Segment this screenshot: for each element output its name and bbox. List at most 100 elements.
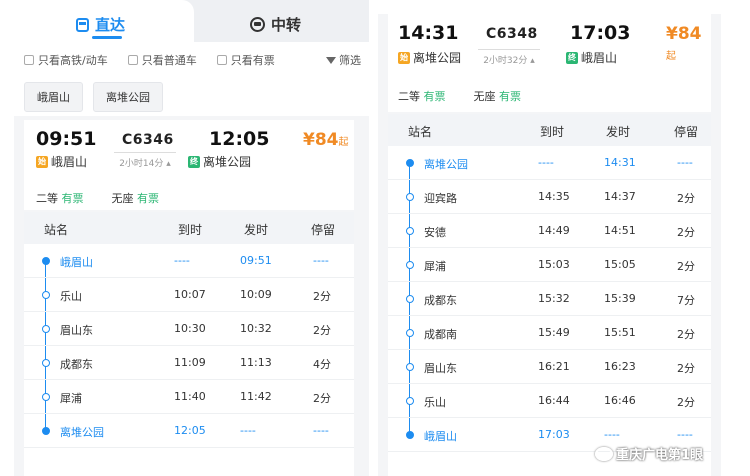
table-row[interactable]: 离堆公园 ---- 14:31 ---- bbox=[388, 146, 711, 180]
stop-dot-icon bbox=[406, 227, 414, 235]
stop-depart: ---- bbox=[240, 424, 256, 437]
terminal-dot-icon bbox=[406, 431, 414, 439]
train-icon bbox=[76, 17, 89, 32]
station-chips: 峨眉山 离堆公园 bbox=[14, 78, 369, 116]
stop-dot-icon bbox=[406, 397, 414, 405]
stop-stay: 2分 bbox=[313, 324, 331, 337]
stop-depart: 15:51 bbox=[604, 326, 636, 339]
stop-stay: 4分 bbox=[313, 358, 331, 371]
price-suffix: 起 bbox=[338, 137, 349, 148]
stop-station: 迎宾路 bbox=[424, 192, 457, 205]
train-card[interactable]: 14:31 C6348 17:03 2小时32分 始 离堆公园 终 峨眉山 ¥8… bbox=[388, 14, 711, 112]
seat-status: 有票 bbox=[499, 90, 521, 103]
from-station: 始 峨眉山 bbox=[36, 153, 87, 170]
stop-stay: 2分 bbox=[677, 192, 695, 205]
stop-depart: 11:13 bbox=[240, 356, 272, 369]
stop-depart: ---- bbox=[604, 428, 620, 441]
stop-depart: 15:05 bbox=[604, 258, 636, 271]
tab-transfer-label: 中转 bbox=[271, 16, 302, 34]
seat-status: 有票 bbox=[61, 192, 84, 205]
stop-table: 站名 到时 发时 停留 峨眉山 ---- 09:51 ---- 乐山 10:07 10:09… bbox=[24, 212, 354, 476]
from-station-name: 离堆公园 bbox=[413, 51, 462, 65]
terminal-dot-icon bbox=[42, 427, 50, 435]
stop-dot-icon bbox=[406, 329, 414, 337]
train-card[interactable]: 09:51 C6346 12:05 2小时14分 始 峨眉山 终 离堆公园 ¥8… bbox=[24, 120, 354, 210]
stop-dot-icon bbox=[406, 363, 414, 371]
train-number: C6348 bbox=[486, 26, 538, 42]
watermark: 重庆广电第1眼 bbox=[595, 444, 703, 463]
chip-to-station[interactable]: 离堆公园 bbox=[93, 82, 163, 112]
stop-arrive: 16:44 bbox=[538, 394, 570, 407]
stop-arrive: 11:40 bbox=[174, 390, 206, 403]
to-station: 终 离堆公园 bbox=[188, 153, 251, 170]
stop-stay: 2分 bbox=[313, 290, 331, 303]
table-row[interactable]: 成都东 11:09 11:13 4分 bbox=[24, 346, 354, 380]
tab-indicator bbox=[92, 36, 122, 39]
seat-availability: 二等 有票 无座 有票 bbox=[36, 190, 159, 206]
table-row[interactable]: 离堆公园 12:05 ---- ---- bbox=[24, 414, 354, 448]
header-station: 站名 bbox=[44, 223, 69, 237]
filter-normal-train[interactable]: 只看普通车 bbox=[127, 52, 197, 68]
tab-transfer[interactable]: 中转 bbox=[250, 14, 301, 35]
stop-depart: 11:42 bbox=[240, 390, 272, 403]
train-number: C6346 bbox=[122, 132, 174, 148]
stop-station: 犀浦 bbox=[60, 392, 82, 405]
seat-standing: 无座 有票 bbox=[474, 88, 522, 104]
terminal-dot-icon bbox=[42, 257, 50, 265]
stop-stay: 2分 bbox=[313, 392, 331, 405]
table-row[interactable]: 峨眉山 ---- 09:51 ---- bbox=[24, 244, 354, 278]
table-row[interactable]: 乐山 16:44 16:46 2分 bbox=[388, 384, 711, 418]
stop-dot-icon bbox=[42, 393, 50, 401]
table-row[interactable]: 犀浦 11:40 11:42 2分 bbox=[24, 380, 354, 414]
checkbox-icon[interactable] bbox=[127, 55, 138, 65]
tab-direct[interactable]: 直达 bbox=[76, 14, 125, 35]
table-row[interactable]: 迎宾路 14:35 14:37 2分 bbox=[388, 180, 711, 214]
duration[interactable]: 2小时32分 bbox=[478, 49, 540, 66]
arrive-time: 17:03 bbox=[570, 22, 631, 44]
to-station-name: 峨眉山 bbox=[581, 51, 618, 65]
stop-stay: 2分 bbox=[677, 260, 695, 273]
stop-depart: 16:23 bbox=[604, 360, 636, 373]
table-row[interactable]: 犀浦 15:03 15:05 2分 bbox=[388, 248, 711, 282]
filter-high-speed[interactable]: 只看高铁/动车 bbox=[24, 52, 108, 68]
tab-direct-label: 直达 bbox=[95, 16, 126, 34]
table-row[interactable]: 成都南 15:49 15:51 2分 bbox=[388, 316, 711, 350]
table-row[interactable]: 眉山东 16:21 16:23 2分 bbox=[388, 350, 711, 384]
table-header: 站名 到时 发时 停留 bbox=[388, 114, 711, 146]
seat-second-class: 二等 有票 bbox=[36, 190, 84, 206]
right-screenshot-panel: 14:31 C6348 17:03 2小时32分 始 离堆公园 终 峨眉山 ¥8… bbox=[378, 14, 721, 476]
stop-station: 乐山 bbox=[424, 396, 446, 409]
stop-arrive: ---- bbox=[174, 254, 190, 267]
table-row[interactable]: 乐山 10:07 10:09 2分 bbox=[24, 278, 354, 312]
stop-arrive: 11:09 bbox=[174, 356, 206, 369]
table-row[interactable]: 成都东 15:32 15:39 7分 bbox=[388, 282, 711, 316]
filter-button[interactable]: 筛选 bbox=[326, 52, 361, 68]
header-stay: 停留 bbox=[311, 223, 336, 237]
filter-label: 只看普通车 bbox=[141, 54, 197, 67]
duration[interactable]: 2小时14分 bbox=[114, 152, 176, 169]
seat-class-label: 二等 bbox=[398, 90, 420, 103]
stop-arrive: 14:49 bbox=[538, 224, 570, 237]
seat-class-label: 无座 bbox=[473, 90, 496, 103]
chip-from-station[interactable]: 峨眉山 bbox=[24, 82, 83, 112]
price: ¥84 起 bbox=[666, 24, 711, 64]
table-header: 站名 到时 发时 停留 bbox=[24, 212, 354, 244]
stop-arrive: 16:21 bbox=[538, 360, 570, 373]
funnel-icon bbox=[326, 56, 336, 64]
stop-station: 离堆公园 bbox=[60, 426, 104, 439]
seat-status: 有票 bbox=[137, 192, 159, 205]
seat-class-label: 无座 bbox=[111, 192, 134, 205]
stop-station: 安德 bbox=[424, 226, 446, 239]
stop-stay: ---- bbox=[677, 156, 693, 169]
checkbox-icon[interactable] bbox=[216, 55, 227, 65]
checkbox-icon[interactable] bbox=[24, 55, 34, 65]
table-row[interactable]: 眉山东 10:30 10:32 2分 bbox=[24, 312, 354, 346]
stop-dot-icon bbox=[42, 291, 50, 299]
seat-second-class: 二等 有票 bbox=[398, 88, 446, 104]
price-suffix: 起 bbox=[666, 51, 676, 62]
filter-available[interactable]: 只看有票 bbox=[216, 52, 275, 68]
stop-arrive: ---- bbox=[538, 156, 554, 169]
end-badge-icon: 终 bbox=[188, 155, 200, 168]
stop-station: 犀浦 bbox=[424, 260, 446, 273]
table-row[interactable]: 安德 14:49 14:51 2分 bbox=[388, 214, 711, 248]
